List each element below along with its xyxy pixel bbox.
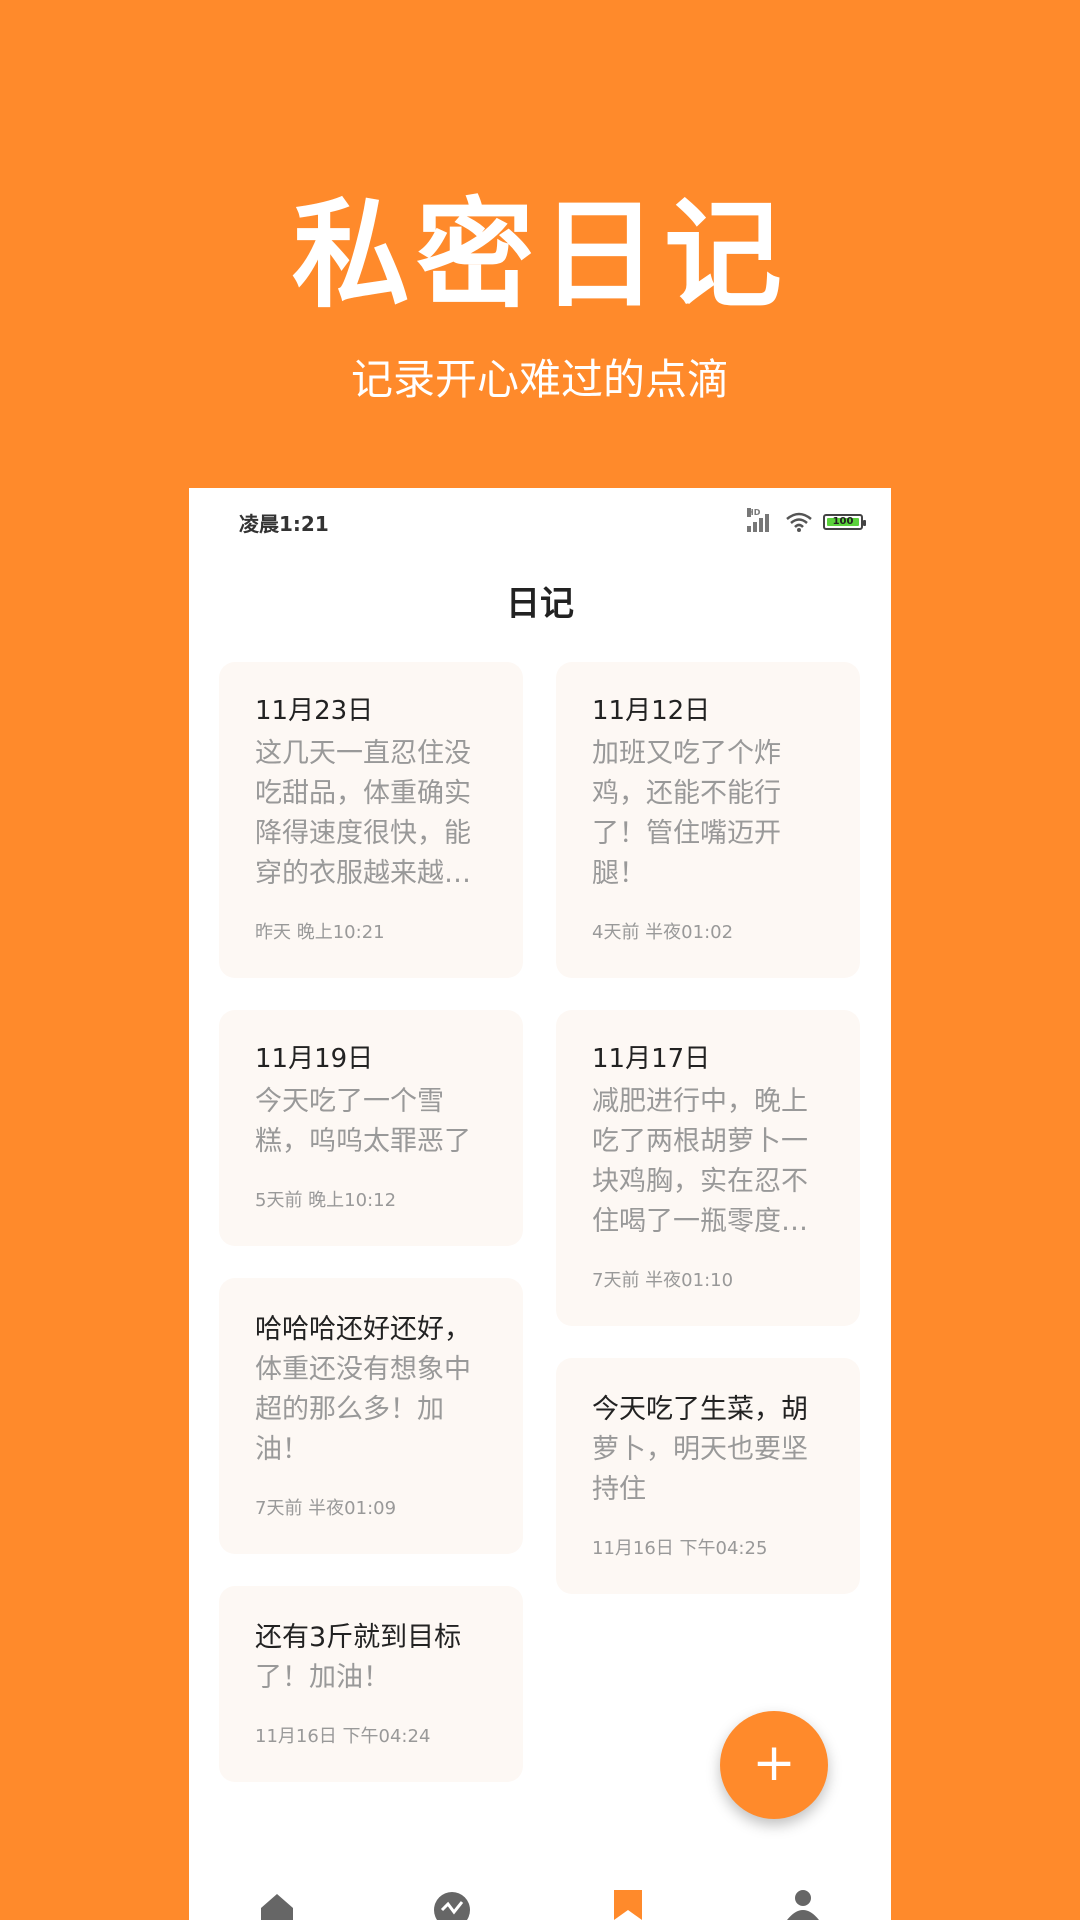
card-meta: 昨天 晚上10:21 (255, 922, 385, 943)
page-title: 日记 (506, 584, 574, 624)
card-meta: 7天前 半夜01:09 (255, 1498, 397, 1519)
card-body: 减肥进行中，晚上吃了两根胡萝卜一块鸡胸，实在忍不住喝了一瓶零度… (592, 1086, 808, 1237)
status-bar: 凌晨1:21 HD 100 (189, 488, 891, 556)
diary-card[interactable]: 11月23日 这几天一直忍住没吃甜品，体重确实降得速度很快，能穿的衣服越来越… … (219, 662, 523, 978)
network-label: HD (747, 508, 761, 517)
hero-title: 私密日记 (291, 186, 788, 324)
card-headline: 哈哈哈还好还好， (255, 1314, 471, 1345)
card-body: 今天吃了一个雪糕，呜呜太罪恶了 (255, 1086, 471, 1157)
diary-card[interactable]: 今天吃了生菜，胡 萝卜，明天也要坚持住 11月16日 下午04:25 (556, 1358, 860, 1594)
chart-icon (434, 1892, 471, 1920)
card-body: 萝卜，明天也要坚持住 (592, 1434, 808, 1505)
card-meta: 11月16日 下午04:24 (255, 1726, 431, 1747)
battery-icon: 100 (823, 514, 866, 530)
card-body: 了！加油！ (255, 1662, 390, 1693)
card-body: 这几天一直忍住没吃甜品，体重确实降得速度很快，能穿的衣服越来越… (255, 738, 471, 889)
card-headline: 还有3斤就到目标 (255, 1622, 462, 1653)
tab-diary[interactable] (598, 1860, 658, 1920)
profile-icon (787, 1890, 820, 1920)
tab-home[interactable] (247, 1860, 307, 1920)
tab-profile[interactable] (773, 1860, 833, 1920)
card-date: 11月19日 (255, 1044, 374, 1074)
signal-icon: HD (747, 508, 775, 532)
card-body: 体重还没有想象中超的那么多！加油！ (255, 1354, 471, 1465)
diary-card[interactable]: 11月12日 加班又吃了个炸鸡，还能不能行了！管住嘴迈开腿！ 4天前 半夜01:… (556, 662, 860, 978)
tab-chart[interactable] (422, 1860, 482, 1920)
status-icons: HD 100 (747, 508, 866, 532)
bookmark-icon (613, 1890, 642, 1920)
home-icon (260, 1894, 293, 1920)
diary-card[interactable]: 11月17日 减肥进行中，晚上吃了两根胡萝卜一块鸡胸，实在忍不住喝了一瓶零度… … (556, 1010, 860, 1326)
card-meta: 11月16日 下午04:25 (592, 1538, 768, 1559)
card-date: 11月23日 (255, 696, 374, 726)
phone-screen: 凌晨1:21 HD 100 日记 11月23日 这几天一直忍住没吃甜品，体重确实… (189, 488, 891, 1920)
card-meta: 4天前 半夜01:02 (592, 922, 734, 943)
card-meta: 7天前 半夜01:10 (592, 1270, 734, 1291)
wifi-icon (786, 512, 812, 532)
card-meta: 5天前 晚上10:12 (255, 1190, 397, 1211)
card-date: 11月17日 (592, 1044, 711, 1074)
bottom-tab-bar (189, 1860, 891, 1920)
diary-card[interactable]: 11月19日 今天吃了一个雪糕，呜呜太罪恶了 5天前 晚上10:12 (219, 1010, 523, 1246)
add-diary-button[interactable]: + (720, 1711, 828, 1819)
battery-level: 100 (827, 517, 859, 527)
card-body: 加班又吃了个炸鸡，还能不能行了！管住嘴迈开腿！ (592, 738, 781, 889)
card-date: 11月12日 (592, 696, 711, 726)
diary-card[interactable]: 哈哈哈还好还好， 体重还没有想象中超的那么多！加油！ 7天前 半夜01:09 (219, 1278, 523, 1554)
hero-subtitle: 记录开心难过的点滴 (350, 355, 729, 404)
diary-card[interactable]: 还有3斤就到目标 了！加油！ 11月16日 下午04:24 (219, 1586, 523, 1782)
card-headline: 今天吃了生菜，胡 (592, 1394, 808, 1425)
status-time: 凌晨1:21 (239, 511, 329, 536)
